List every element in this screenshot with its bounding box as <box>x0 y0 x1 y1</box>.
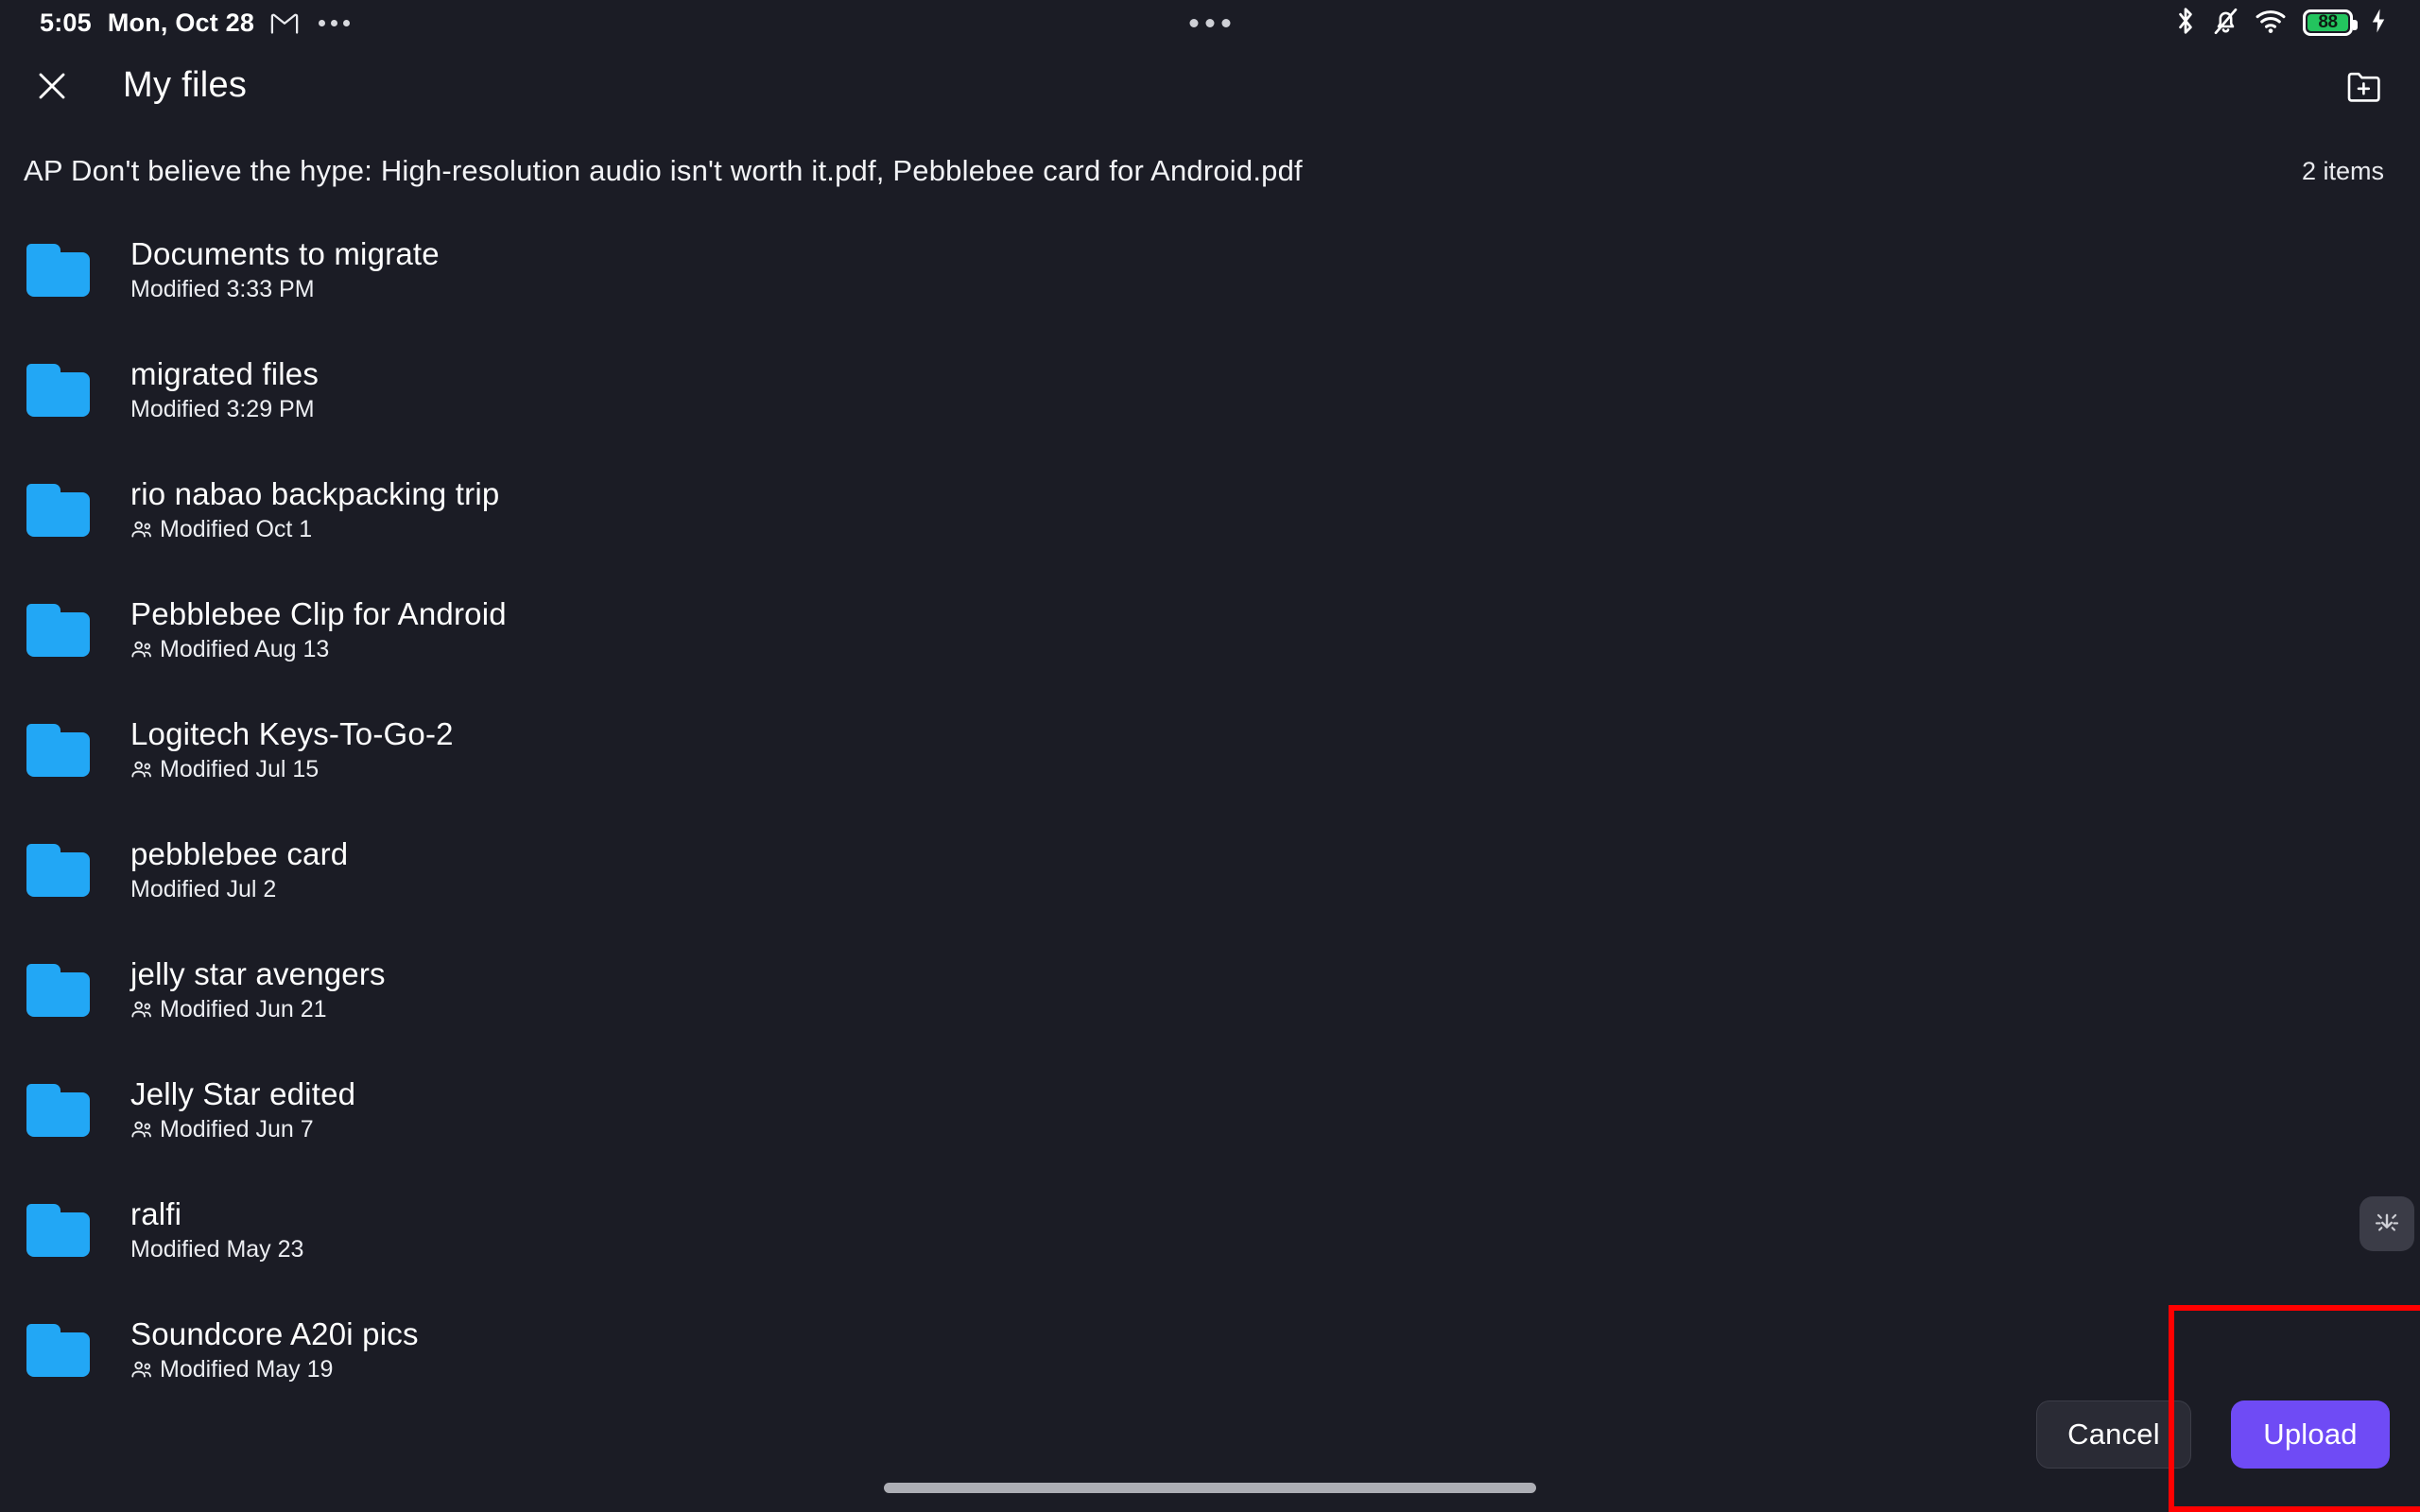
app-header: My files <box>0 45 2420 126</box>
shared-people-icon <box>130 759 152 781</box>
file-item-meta: Modified May 23 <box>130 1235 304 1263</box>
camera-cutout-dots-icon <box>1189 18 1231 27</box>
folder-icon <box>26 603 90 657</box>
file-item-modified: Modified May 23 <box>130 1235 304 1263</box>
file-item-name: Jelly Star edited <box>130 1075 356 1111</box>
file-item-name: pebblebee card <box>130 835 349 871</box>
battery-percent: 88 <box>2318 12 2338 32</box>
selected-files-label: AP Don't believe the hype: High-resoluti… <box>24 154 1303 187</box>
collapse-arrow-icon[interactable] <box>2360 1196 2414 1251</box>
file-item-texts: Logitech Keys-To-Go-2 Modified Jul 15 <box>130 715 454 783</box>
file-item-texts: Documents to migrate Modified 3:33 PM <box>130 235 440 303</box>
folder-icon <box>26 723 90 777</box>
wifi-icon <box>2255 8 2287 39</box>
file-item-modified: Modified Aug 13 <box>160 635 330 662</box>
file-list-item[interactable]: Pebblebee Clip for Android Modified Aug 1… <box>0 570 2420 690</box>
file-list-item[interactable]: migrated files Modified 3:29 PM <box>0 330 2420 450</box>
file-list-item[interactable]: pebblebee card Modified Jul 2 <box>0 810 2420 930</box>
file-item-texts: Jelly Star edited Modified Jun 7 <box>130 1075 356 1143</box>
file-item-modified: Modified May 19 <box>160 1355 334 1383</box>
file-item-meta: Modified Aug 13 <box>130 635 507 663</box>
file-item-modified: Modified Jun 21 <box>160 995 327 1022</box>
folder-icon <box>26 963 90 1017</box>
shared-people-icon <box>130 999 152 1021</box>
file-item-texts: Soundcore A20i pics Modified May 19 <box>130 1315 419 1383</box>
file-item-name: Logitech Keys-To-Go-2 <box>130 715 454 751</box>
folder-icon <box>26 843 90 897</box>
upload-button[interactable]: Upload <box>2231 1400 2390 1469</box>
action-bar: Cancel Upload <box>2036 1400 2390 1469</box>
status-time: 5:05 <box>40 8 92 37</box>
file-item-meta: Modified 3:29 PM <box>130 395 319 423</box>
file-list-item[interactable]: Documents to migrate Modified 3:33 PM <box>0 210 2420 330</box>
charging-bolt-icon <box>2369 8 2388 39</box>
file-list-item[interactable]: Jelly Star edited Modified Jun 7 <box>0 1050 2420 1170</box>
file-item-meta: Modified Jul 15 <box>130 755 454 783</box>
file-item-meta: Modified Oct 1 <box>130 515 499 543</box>
close-icon[interactable] <box>24 58 80 114</box>
page-title: My files <box>123 65 248 105</box>
file-list-item[interactable]: jelly star avengers Modified Jun 21 <box>0 930 2420 1050</box>
file-list-item[interactable]: rio nabao backpacking trip Modified Oct 1 <box>0 450 2420 570</box>
file-item-texts: ralfi Modified May 23 <box>130 1195 304 1263</box>
file-item-meta: Modified May 19 <box>130 1355 419 1383</box>
file-item-name: Soundcore A20i pics <box>130 1315 419 1351</box>
more-dots-icon <box>319 19 351 26</box>
shared-people-icon <box>130 1119 152 1141</box>
file-item-meta: Modified Jun 21 <box>130 995 386 1023</box>
item-count-label: 2 items <box>2301 156 2384 185</box>
file-item-texts: pebblebee card Modified Jul 2 <box>130 835 349 903</box>
file-item-texts: migrated files Modified 3:29 PM <box>130 355 320 423</box>
file-item-modified: Modified 3:29 PM <box>130 395 315 422</box>
folder-icon <box>26 1083 90 1137</box>
selection-summary-row: AP Don't believe the hype: High-resoluti… <box>0 142 2420 200</box>
file-item-name: jelly star avengers <box>130 955 386 991</box>
shared-people-icon <box>130 1359 152 1381</box>
status-bar-left: 5:05 Mon, Oct 28 <box>40 8 351 38</box>
folder-icon <box>26 1323 90 1377</box>
folder-icon <box>26 243 90 297</box>
cancel-button[interactable]: Cancel <box>2036 1400 2191 1469</box>
shared-people-icon <box>130 639 152 661</box>
home-indicator[interactable] <box>884 1483 1536 1493</box>
file-item-name: Documents to migrate <box>130 235 440 271</box>
file-item-modified: Modified 3:33 PM <box>130 275 315 302</box>
status-bar-right: 88 <box>2174 7 2388 40</box>
file-item-modified: Modified Jul 2 <box>130 875 277 902</box>
gmail-icon <box>270 9 299 37</box>
status-bar: 5:05 Mon, Oct 28 88 <box>0 0 2420 45</box>
file-item-meta: Modified Jun 7 <box>130 1115 355 1143</box>
file-item-name: migrated files <box>130 355 320 391</box>
shared-people-icon <box>130 519 152 541</box>
new-folder-icon[interactable] <box>2335 57 2394 115</box>
file-list[interactable]: Documents to migrate Modified 3:33 PM migr… <box>0 210 2420 1410</box>
bell-muted-icon <box>2213 7 2238 40</box>
file-item-texts: jelly star avengers Modified Jun 21 <box>130 955 386 1023</box>
file-item-modified: Modified Jun 7 <box>160 1115 314 1143</box>
file-item-meta: Modified 3:33 PM <box>130 275 440 303</box>
status-date: Mon, Oct 28 <box>107 8 255 37</box>
file-list-item[interactable]: Soundcore A20i pics Modified May 19 <box>0 1290 2420 1410</box>
battery-indicator: 88 <box>2303 9 2358 36</box>
file-item-name: ralfi <box>130 1195 182 1231</box>
folder-icon <box>26 1203 90 1257</box>
file-item-meta: Modified Jul 2 <box>130 875 348 903</box>
file-item-name: Pebblebee Clip for Android <box>130 595 507 631</box>
file-item-modified: Modified Jul 15 <box>160 755 320 782</box>
file-list-item[interactable]: ralfi Modified May 23 <box>0 1170 2420 1290</box>
file-list-item[interactable]: Logitech Keys-To-Go-2 Modified Jul 15 <box>0 690 2420 810</box>
file-item-texts: Pebblebee Clip for Android Modified Aug 1… <box>130 595 507 663</box>
file-item-modified: Modified Oct 1 <box>160 515 313 542</box>
bluetooth-icon <box>2174 7 2197 40</box>
screen-root: 5:05 Mon, Oct 28 88 My files AP Don't be… <box>0 0 2420 1512</box>
folder-icon <box>26 363 90 417</box>
folder-icon <box>26 483 90 537</box>
file-item-name: rio nabao backpacking trip <box>130 475 500 511</box>
file-item-texts: rio nabao backpacking trip Modified Oct 1 <box>130 475 500 543</box>
